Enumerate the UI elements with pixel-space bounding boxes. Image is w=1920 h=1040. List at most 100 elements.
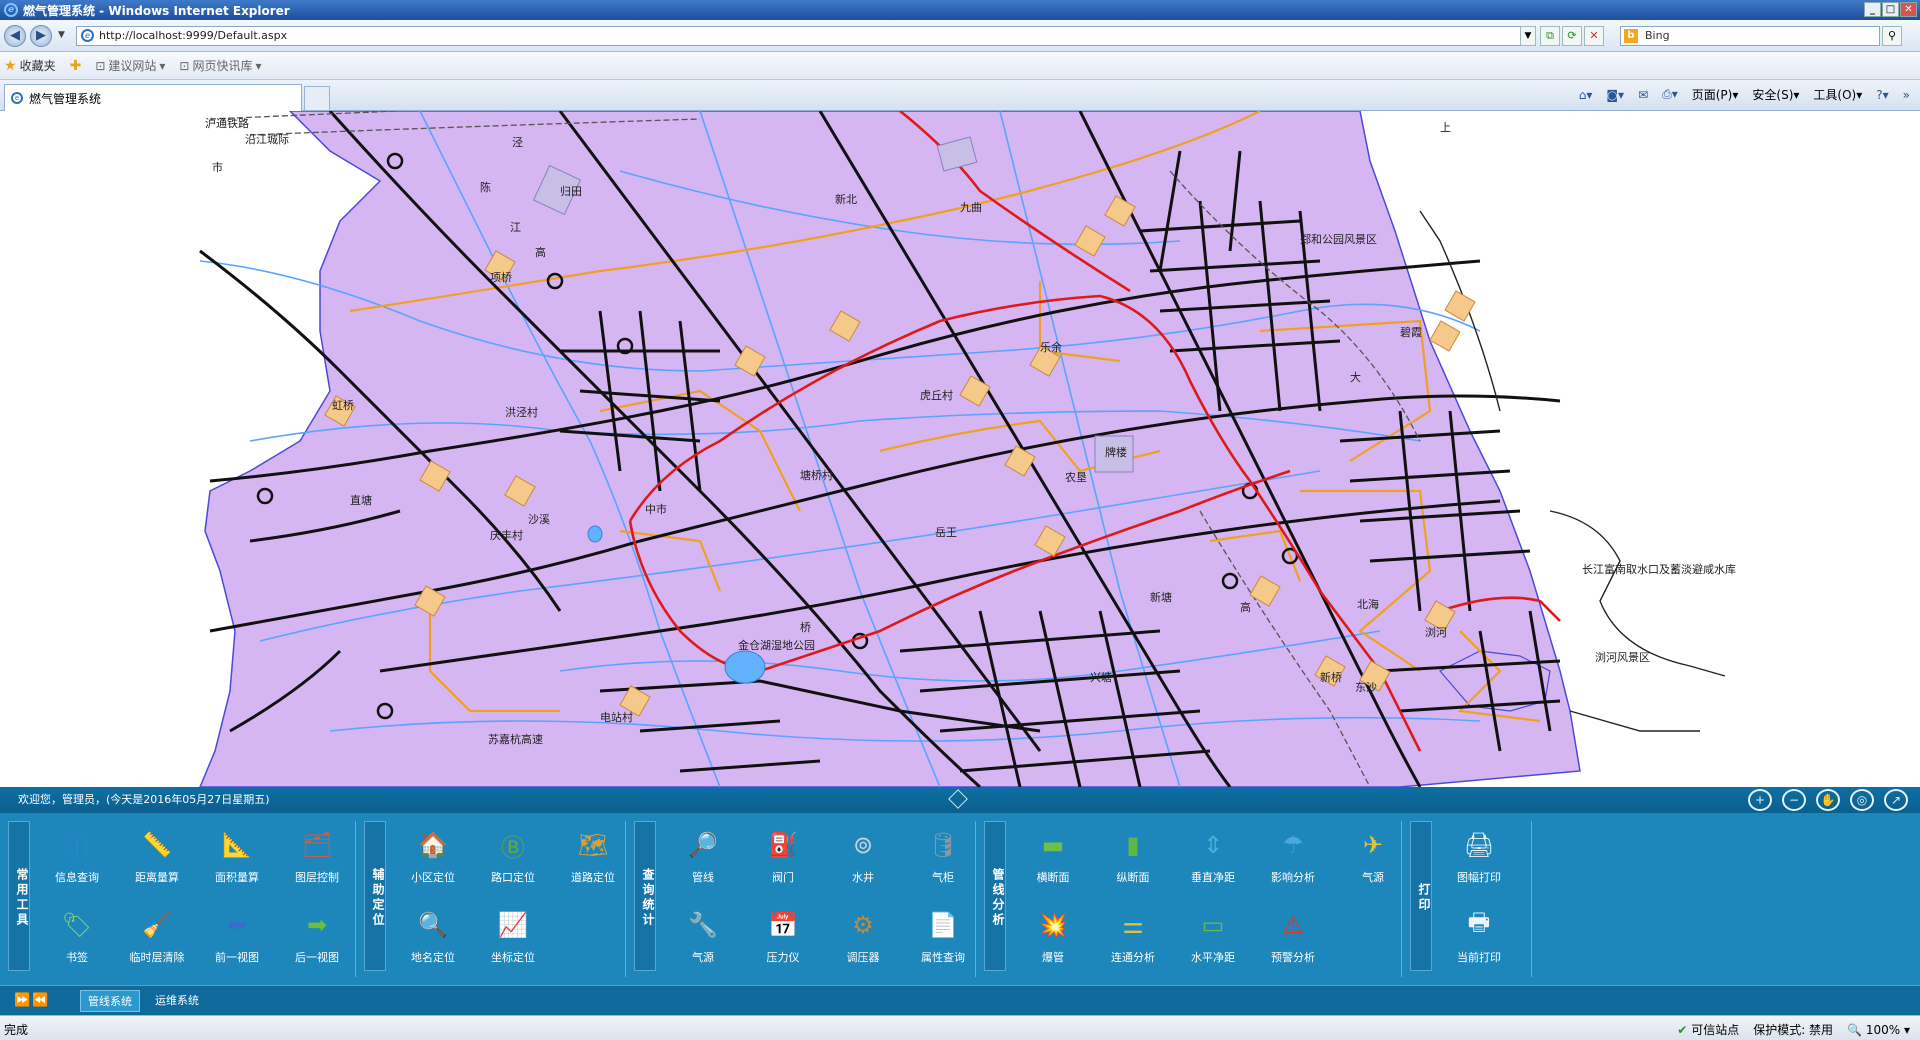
tab-maintenance-system[interactable]: 运维系统: [148, 990, 206, 1012]
safety-menu[interactable]: 安全(S)▾: [1752, 86, 1799, 103]
tool-button[interactable]: 📈 坐标定位: [474, 901, 552, 973]
tool-panel: 欢迎您，管理员，(今天是2016年05月27日星期五) + − ✋ ◎ ↗ 常用…: [0, 787, 1920, 1015]
minimize-button[interactable]: _: [1864, 2, 1881, 17]
tool-button[interactable]: ⚠ 预警分析: [1254, 901, 1332, 973]
tool-button[interactable]: ⓘ 信息查询: [38, 821, 116, 893]
label-dongsha: 东沙: [1355, 681, 1377, 694]
zoom-level[interactable]: 🔍 100% ▾: [1847, 1023, 1910, 1037]
search-button[interactable]: ⚲: [1882, 26, 1902, 46]
window-title: 燃气管理系统 - Windows Internet Explorer: [23, 3, 290, 18]
tab-page-icon: e: [11, 92, 23, 104]
map-canvas[interactable]: 沪通铁路 沿江城际 市 泾 归田 陈 江 项桥 高 新北 九曲 郑和公园风景区 …: [0, 111, 1920, 787]
print-icon[interactable]: ⎙▾: [1662, 87, 1678, 102]
tool-button[interactable]: ▬ 横断面: [1014, 821, 1092, 893]
tool-label: 气柜: [932, 871, 954, 884]
forward-button[interactable]: ▶: [30, 25, 52, 47]
command-bar: ⌂▾ ◙▾ ✉ ⎙▾ 页面(P)▾ 安全(S)▾ 工具(O)▾ ?▾ »: [1579, 86, 1910, 103]
tool-button[interactable]: ▭ 水平净距: [1174, 901, 1252, 973]
tool-button[interactable]: ⬅ 前一视图: [198, 901, 276, 973]
stop-icon[interactable]: ✕: [1584, 26, 1604, 46]
place-icon: 🔍: [418, 911, 448, 939]
ruler-icon: 📏: [142, 831, 172, 859]
road-icon: 🗺: [577, 831, 609, 859]
favorite-suggested-sites[interactable]: ⊡ 建议网站 ▾: [95, 57, 165, 74]
tool-button[interactable]: 🗂 图层控制: [278, 821, 356, 893]
label-xiangqiao: 项桥: [490, 271, 512, 284]
home-icon[interactable]: ⌂▾: [1579, 88, 1593, 102]
tool-button[interactable]: ☂ 影响分析: [1254, 821, 1332, 893]
pan-icon[interactable]: ✋: [1816, 789, 1840, 811]
label-yuewang: 岳王: [935, 526, 957, 539]
search-input[interactable]: b Bing: [1620, 26, 1880, 46]
tool-button[interactable]: ⇕ 垂直净距: [1174, 821, 1252, 893]
history-dropdown-icon[interactable]: ▼: [58, 30, 65, 40]
tool-label: 压力仪: [766, 951, 800, 964]
tool-button[interactable]: 📐 面积量算: [198, 821, 276, 893]
tool-button[interactable]: 🛢 气柜: [904, 821, 982, 893]
tool-button[interactable]: 📏 距离量算: [118, 821, 196, 893]
tool-button[interactable]: 📅 压力仪: [744, 901, 822, 973]
compat-view-icon[interactable]: ⧉: [1540, 26, 1560, 46]
feeds-icon[interactable]: ◙▾: [1606, 88, 1624, 102]
label-jiuqu: 九曲: [960, 201, 982, 214]
tab-pipeline-system[interactable]: 管线系统: [80, 990, 140, 1012]
tool-label: 水平净距: [1191, 951, 1235, 964]
info-icon: ⓘ: [65, 833, 89, 862]
trusted-zone[interactable]: ✔ 可信站点: [1677, 1021, 1739, 1038]
check-icon: ✔: [1677, 1023, 1688, 1037]
tool-label: 阀门: [772, 871, 794, 884]
tool-button[interactable]: ➡ 后一视图: [278, 901, 356, 973]
new-tab-button[interactable]: [304, 86, 330, 111]
address-input[interactable]: e http://localhost:9999/Default.aspx: [76, 26, 1534, 46]
tab-current[interactable]: e 燃气管理系统: [4, 84, 302, 111]
tool-button[interactable]: ⊚ 水井: [824, 821, 902, 893]
tool-group-label: 查询统计: [634, 821, 656, 971]
mail-icon[interactable]: ✉: [1638, 88, 1648, 102]
tool-button[interactable]: Ⓑ 路口定位: [474, 821, 552, 893]
tool-button[interactable]: 🖶 当前打印: [1440, 901, 1518, 973]
tool-label: 气源: [692, 951, 714, 964]
tool-button[interactable]: 🔎 管线: [664, 821, 742, 893]
tool-button[interactable]: 📄 属性查询: [904, 901, 982, 973]
favorite-web-slice[interactable]: ⊡ 网页快讯库 ▾: [179, 57, 261, 74]
tool-button[interactable]: 🏠 小区定位: [394, 821, 472, 893]
tool-button[interactable]: ⛽ 阀门: [744, 821, 822, 893]
page-menu[interactable]: 页面(P)▾: [1692, 86, 1739, 103]
maximize-button[interactable]: □: [1882, 2, 1899, 17]
connectivity-icon: ⚌: [1122, 911, 1144, 939]
tools-menu[interactable]: 工具(O)▾: [1813, 86, 1862, 103]
collapse-panel-button[interactable]: [948, 789, 968, 809]
favorites-button[interactable]: ★ 收藏夹: [4, 57, 56, 74]
address-dropdown-icon[interactable]: ▼: [1520, 26, 1536, 46]
add-favorite-icon[interactable]: ✚: [70, 58, 82, 74]
measure-icon[interactable]: ↗: [1884, 789, 1908, 811]
map-view[interactable]: 沪通铁路 沿江城际 市 泾 归田 陈 江 项桥 高 新北 九曲 郑和公园风景区 …: [0, 111, 1920, 787]
tool-button[interactable]: ▮ 纵断面: [1094, 821, 1172, 893]
tool-button[interactable]: 🖨 图幅打印: [1440, 821, 1518, 893]
tool-button[interactable]: 🗺 道路定位: [554, 821, 632, 893]
tool-button[interactable]: 🔍 地名定位: [394, 901, 472, 973]
welcome-bar: 欢迎您，管理员，(今天是2016年05月27日星期五) + − ✋ ◎ ↗: [0, 787, 1920, 813]
refresh-icon[interactable]: ⟳: [1562, 26, 1582, 46]
tool-label: 爆管: [1042, 951, 1064, 964]
tool-button[interactable]: 🧹 临时层清除: [118, 901, 196, 973]
bing-icon: b: [1624, 29, 1638, 43]
full-extent-icon[interactable]: ◎: [1850, 789, 1874, 811]
label-bixia: 碧霞: [1400, 326, 1422, 339]
tool-button[interactable]: 💥 爆管: [1014, 901, 1092, 973]
tool-button[interactable]: ⚙ 调压器: [824, 901, 902, 973]
zoom-in-icon[interactable]: +: [1748, 789, 1772, 811]
tool-label: 路口定位: [491, 871, 535, 884]
help-icon[interactable]: ?▾: [1876, 88, 1888, 102]
zoom-out-icon[interactable]: −: [1782, 789, 1806, 811]
tool-button[interactable]: ✈ 气源: [1334, 821, 1412, 893]
close-button[interactable]: ✕: [1900, 2, 1917, 17]
panel-nav-icon[interactable]: ⏩⏪: [14, 993, 50, 1008]
label-dianzhan: 电站村: [600, 710, 633, 724]
tool-button[interactable]: 🏷 书签: [38, 901, 116, 973]
tool-button[interactable]: 🔧 气源: [664, 901, 742, 973]
back-button[interactable]: ◀: [4, 25, 26, 47]
more-icon[interactable]: »: [1903, 88, 1910, 102]
tool-button[interactable]: ⚌ 连通分析: [1094, 901, 1172, 973]
regulator-icon: ⚙: [852, 911, 874, 939]
